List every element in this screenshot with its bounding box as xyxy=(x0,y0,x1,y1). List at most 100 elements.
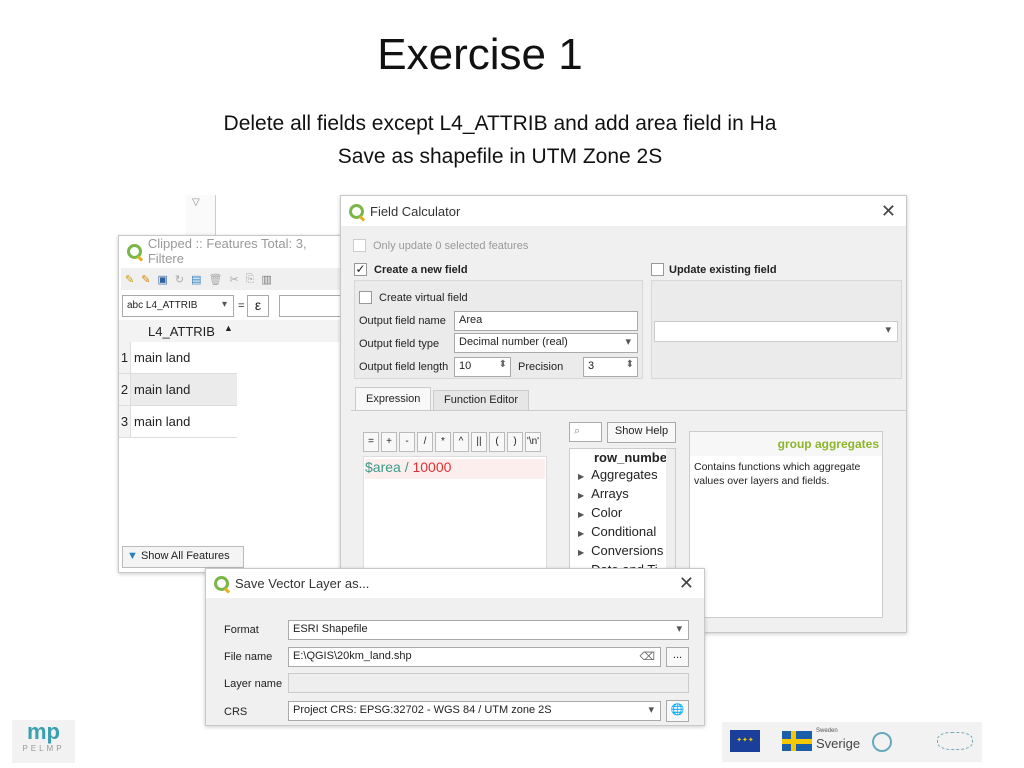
close-icon[interactable]: ✕ xyxy=(679,573,694,594)
filter-icon: ▼ xyxy=(127,550,138,562)
create-new-field-checkbox[interactable]: ✓ xyxy=(354,263,367,276)
crs-select[interactable]: Project CRS: EPSG:32702 - WGS 84 / UTM z… xyxy=(288,701,661,721)
operator-power-button[interactable]: ^ xyxy=(453,432,469,452)
function-group-label: Conditional xyxy=(591,524,657,539)
filter-icon: ▽ xyxy=(192,197,200,208)
qgis-logo-icon xyxy=(127,243,142,259)
show-all-features-button[interactable]: ▼ Show All Features xyxy=(122,546,244,568)
precision-label: Precision xyxy=(518,361,564,373)
sort-ascending-icon: ▲ xyxy=(224,323,233,333)
pelmp-logo: mp PELMP xyxy=(12,720,75,763)
field-calculator-title: Field Calculator xyxy=(370,203,461,219)
function-group-color[interactable]: ▶ Color xyxy=(570,504,675,523)
function-group-conversions[interactable]: ▶ Conversions xyxy=(570,542,675,561)
row-number: 2 xyxy=(119,374,131,405)
operator-newline-button[interactable]: '\n' xyxy=(525,432,541,452)
file-name-label: File name xyxy=(224,651,273,663)
output-length-spinner[interactable]: 10 xyxy=(454,357,511,377)
expand-arrow-icon: ▶ xyxy=(578,548,585,557)
delete-feature-icon[interactable]: 🗑 xyxy=(208,273,222,286)
function-group-aggregates[interactable]: ▶ Aggregates xyxy=(570,466,675,485)
table-row[interactable]: 2 main land xyxy=(119,374,237,406)
operator-minus-button[interactable]: - xyxy=(399,432,415,452)
operator-open-paren-button[interactable]: ( xyxy=(489,432,505,452)
output-name-input[interactable]: Area xyxy=(454,311,638,331)
output-type-select[interactable]: Decimal number (real) xyxy=(454,333,638,353)
create-new-field-label: Create a new field xyxy=(374,264,468,276)
pelmp-logo-text: PELMP xyxy=(22,744,65,753)
slide-instruction-2: Save as shapefile in UTM Zone 2S xyxy=(337,145,663,168)
existing-field-select[interactable] xyxy=(654,321,898,342)
toggle-editing-icon[interactable]: ✎ xyxy=(125,273,134,286)
operator-plus-button[interactable]: + xyxy=(381,432,397,452)
precision-spinner[interactable]: 3 xyxy=(583,357,638,377)
tab-function-editor[interactable]: Function Editor xyxy=(433,390,529,411)
operator-divide-button[interactable]: / xyxy=(417,432,433,452)
partner-logo-2 xyxy=(937,732,973,750)
qgis-logo-icon xyxy=(214,576,229,591)
layer-name-input[interactable] xyxy=(288,673,689,693)
sverige-text: Sverige xyxy=(816,736,861,751)
close-icon[interactable]: ✕ xyxy=(881,201,896,222)
show-help-button[interactable]: Show Help xyxy=(607,422,676,443)
search-icon: ⌕ xyxy=(574,425,581,437)
paste-icon[interactable]: ▥ xyxy=(261,273,271,286)
operator-close-paren-button[interactable]: ) xyxy=(507,432,523,452)
partner-logo xyxy=(872,732,892,752)
save-edits-icon[interactable]: ▣ xyxy=(157,273,167,286)
layer-name-label: Layer name xyxy=(224,678,283,690)
function-search-input[interactable]: ⌕ xyxy=(569,422,602,442)
output-length-label: Output field length xyxy=(359,361,449,373)
save-vector-layer-dialog: Save Vector Layer as... ✕ Format ESRI Sh… xyxy=(205,568,705,726)
cell-value: main land xyxy=(134,382,191,397)
help-title: group aggregates xyxy=(690,432,882,456)
update-value-input[interactable] xyxy=(279,295,349,317)
table-row[interactable]: 1 main land xyxy=(119,342,237,374)
format-select[interactable]: ESRI Shapefile xyxy=(288,620,689,640)
field-select[interactable]: abc L4_ATTRIB xyxy=(122,295,234,317)
save-dialog-titlebar: Save Vector Layer as... ✕ xyxy=(206,569,704,598)
update-existing-checkbox[interactable] xyxy=(651,263,664,276)
crs-selector-globe-icon[interactable]: 🌐 xyxy=(666,700,689,722)
help-panel: group aggregates Contains functions whic… xyxy=(689,431,883,618)
function-group-label: Arrays xyxy=(591,486,629,501)
column-header-label: L4_ATTRIB xyxy=(148,324,215,339)
virtual-field-label: Create virtual field xyxy=(379,292,468,304)
function-group-conditional[interactable]: ▶ Conditional xyxy=(570,523,675,542)
browse-button[interactable]: ... xyxy=(666,647,689,667)
expand-arrow-icon: ▶ xyxy=(578,472,585,481)
sweden-small-text: Sweden xyxy=(816,728,838,734)
operator-equals-button[interactable]: = xyxy=(363,432,379,452)
tab-expression[interactable]: Expression xyxy=(355,387,432,411)
slide-title: Exercise 1 xyxy=(377,30,583,79)
column-header[interactable]: L4_ATTRIB ▲ xyxy=(119,320,345,342)
add-feature-icon[interactable]: ▤ xyxy=(191,273,201,286)
copy-icon[interactable]: ⎘ xyxy=(246,273,255,286)
function-group-arrays[interactable]: ▶ Arrays xyxy=(570,485,675,504)
eu-flag-logo: ✦✦✦ xyxy=(730,730,760,752)
expand-arrow-icon: ▶ xyxy=(578,491,585,500)
output-type-label: Output field type xyxy=(359,338,440,350)
sweden-flag-logo xyxy=(782,731,812,751)
function-item[interactable]: row_numbe xyxy=(570,449,675,466)
only-update-checkbox[interactable] xyxy=(353,239,366,252)
cell-value: main land xyxy=(134,414,191,429)
file-name-input[interactable]: E:\QGIS\20km_land.shp ⌫ xyxy=(288,647,661,667)
expression-button[interactable]: ε xyxy=(247,295,269,317)
crs-label: CRS xyxy=(224,706,248,718)
operator-multiply-button[interactable]: * xyxy=(435,432,451,452)
reload-icon[interactable]: ↻ xyxy=(175,273,184,286)
qgis-logo-icon xyxy=(349,203,364,219)
virtual-field-checkbox[interactable] xyxy=(359,291,372,304)
table-row[interactable]: 3 main land xyxy=(119,406,237,438)
cut-icon[interactable]: ✂ xyxy=(229,273,238,286)
slide-instruction-1: Delete all fields except L4_ATTRIB and a… xyxy=(223,112,777,135)
operator-concat-button[interactable]: || xyxy=(471,432,487,452)
attribute-table-window: Clipped :: Features Total: 3, Filtere ✎ … xyxy=(118,235,349,573)
row-number: 3 xyxy=(119,406,131,437)
multi-edit-icon[interactable]: ✎ xyxy=(141,273,150,286)
format-label: Format xyxy=(224,624,259,636)
equals-label: = xyxy=(238,300,245,312)
expression-field-token: $area xyxy=(365,459,401,475)
clear-icon[interactable]: ⌫ xyxy=(639,650,655,663)
